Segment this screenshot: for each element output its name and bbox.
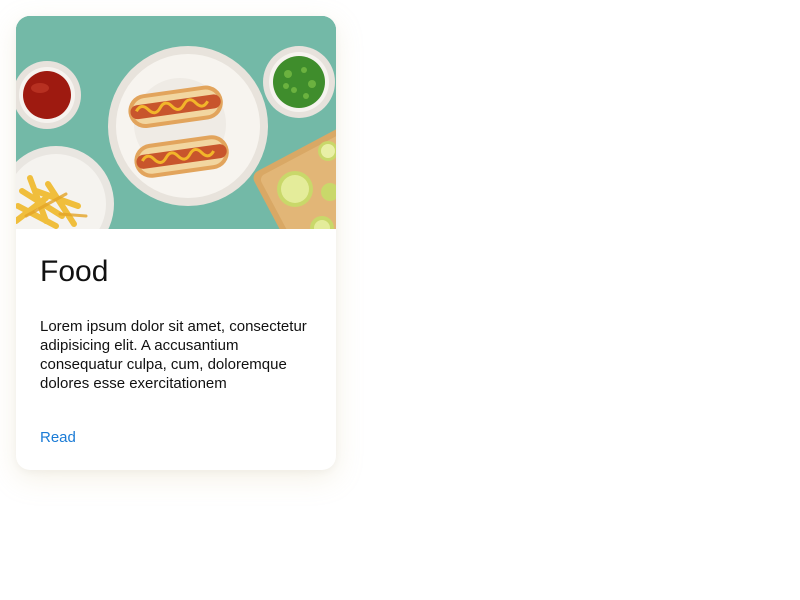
card-title: Food bbox=[40, 255, 109, 288]
food-card: Food Lorem ipsum dolor sit amet, consect… bbox=[16, 16, 336, 470]
read-link[interactable]: Read bbox=[40, 428, 76, 447]
card-description: Lorem ipsum dolor sit amet, consectetur … bbox=[40, 318, 307, 392]
food-photo bbox=[16, 16, 336, 229]
